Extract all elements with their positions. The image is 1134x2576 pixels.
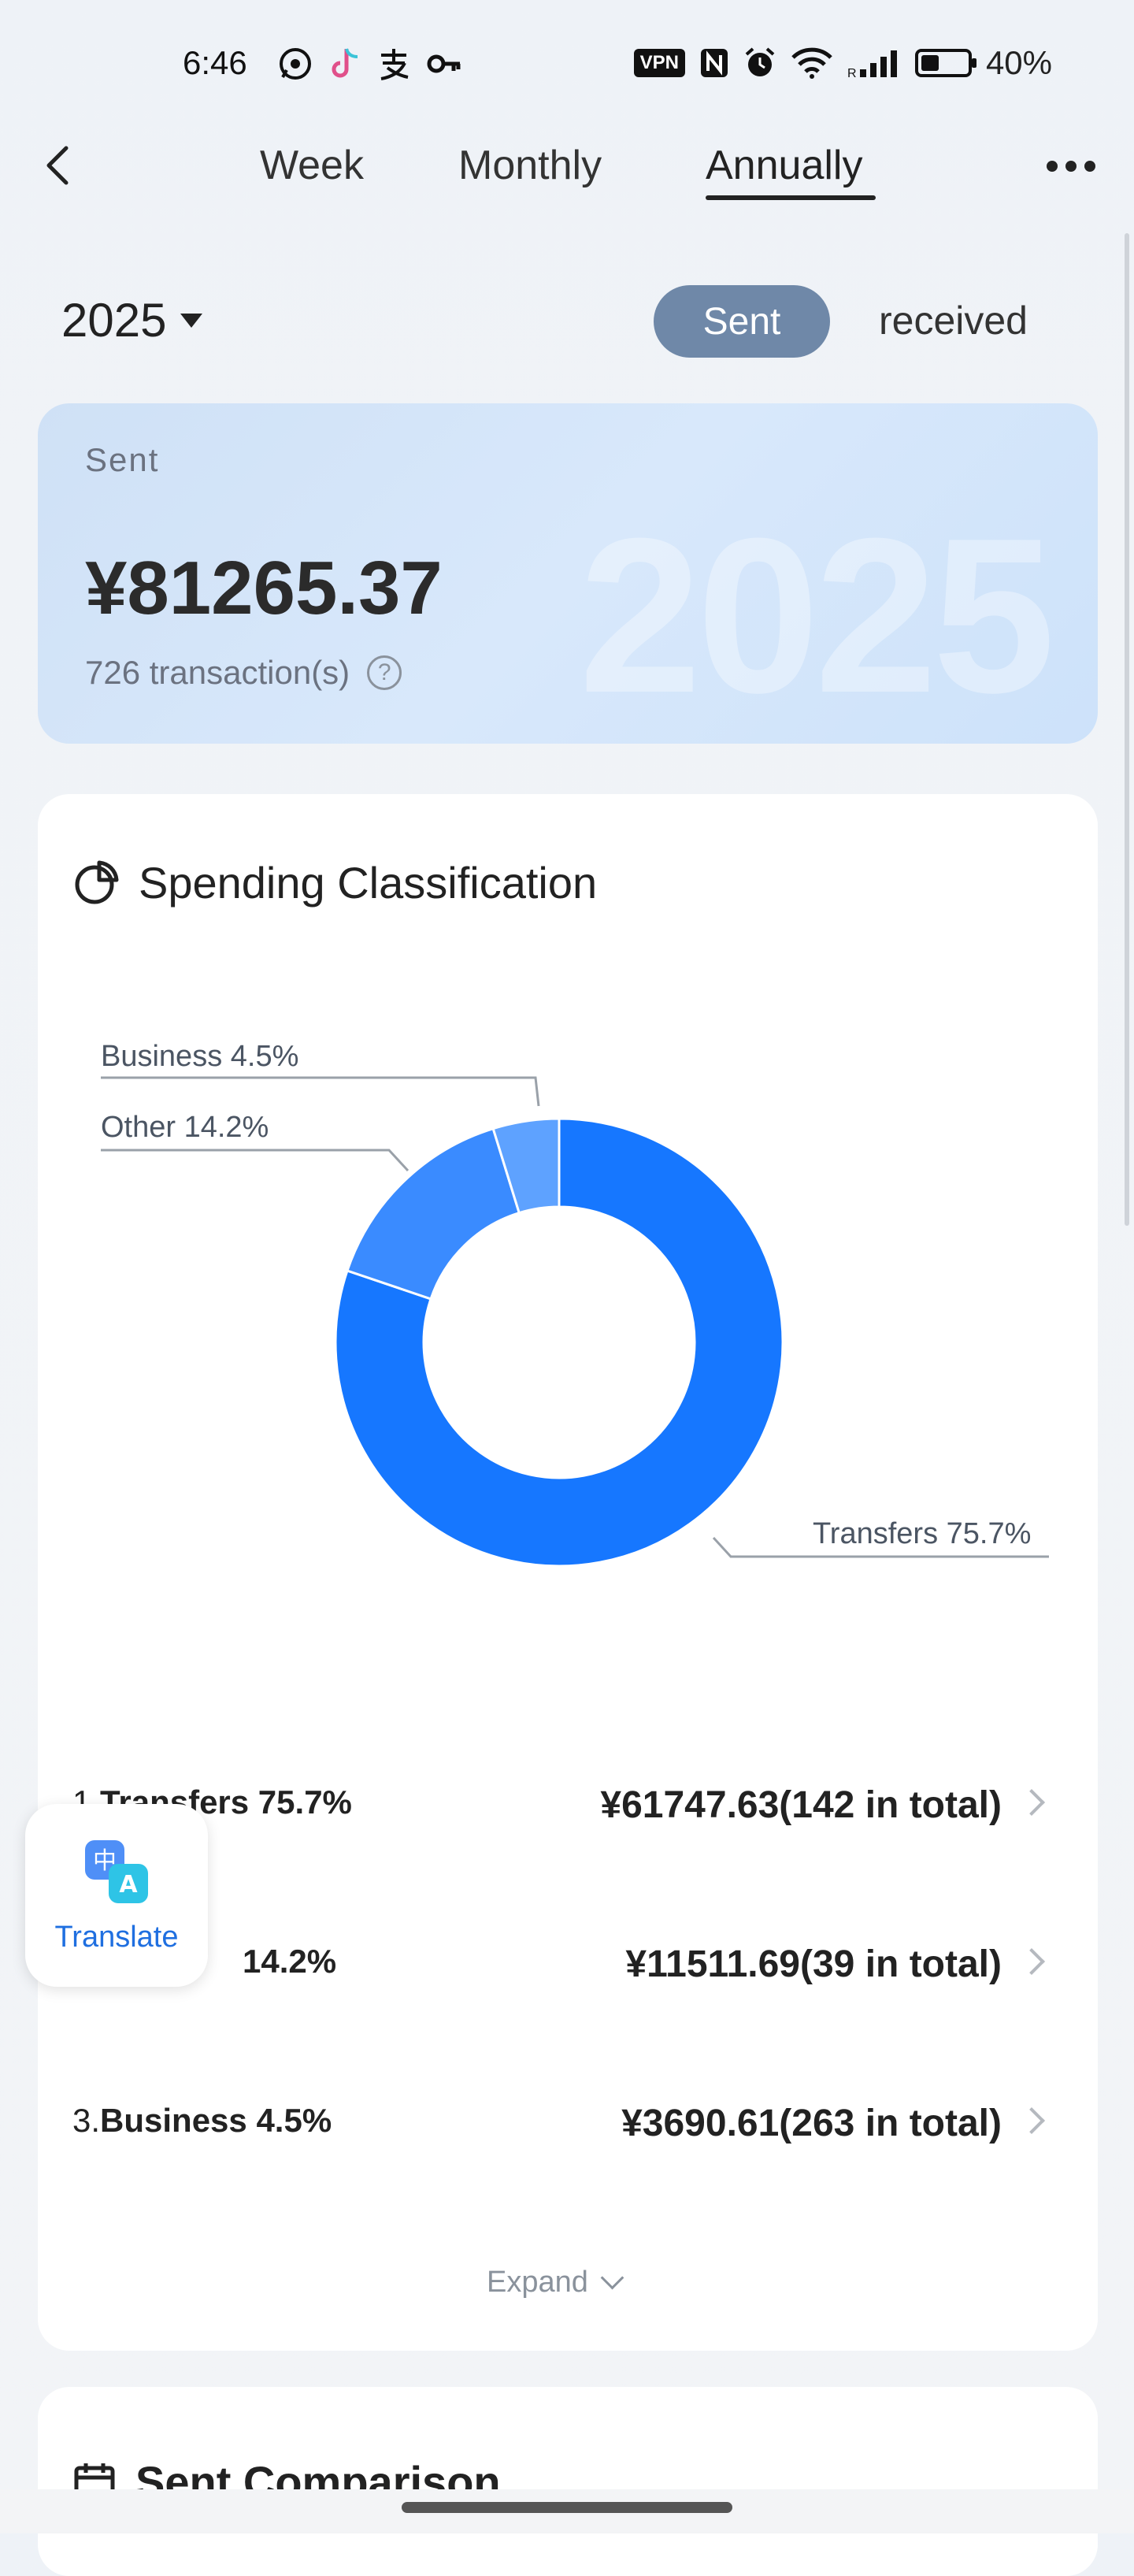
status-time: 6:46: [183, 44, 247, 81]
alipay-icon: [380, 49, 409, 80]
year-selector[interactable]: 2025: [61, 293, 203, 347]
status-right-icons: VPN R 40%: [633, 44, 1052, 82]
category-amount: ¥3690.61(263 in total): [621, 2103, 1002, 2144]
category-label: Business 4.5%: [100, 2102, 332, 2139]
year-value: 2025: [61, 294, 167, 347]
category-name: 14.2%: [243, 1943, 336, 1980]
category-name: 3.Business 4.5%: [72, 2102, 332, 2140]
category-index: 3.: [72, 2102, 101, 2139]
category-amount: ¥61747.63(142 in total): [600, 1784, 1002, 1826]
category-row-other[interactable]: 14.2% ¥11511.69(39 in total): [72, 1936, 1073, 1999]
donut-slice-other: [346, 1127, 521, 1301]
svg-text:A: A: [119, 1871, 138, 1899]
category-row-transfers[interactable]: 1.Transfers 75.7% ¥61747.63(142 in total…: [72, 1777, 1073, 1840]
sent-comparison-card: Sent Comparison: [38, 2387, 1098, 2576]
scrollbar[interactable]: [1125, 233, 1129, 1226]
wifi-icon: [791, 47, 832, 79]
status-app-icons: [277, 46, 463, 82]
translate-icon: 中 A: [85, 1839, 148, 1903]
donut-slices: [334, 1117, 784, 1568]
pie-label-business: Business 4.5%: [101, 1040, 299, 1073]
chevron-right-icon: [1018, 1948, 1045, 1975]
chevron-right-icon: [1018, 2107, 1045, 2134]
chevron-left-icon: [46, 146, 69, 185]
key-icon: [427, 54, 461, 73]
battery-icon: [914, 49, 976, 77]
summary-transaction-count: 726 transaction(s) ?: [85, 654, 402, 692]
business-leader-line: [101, 1076, 540, 1107]
tab-week[interactable]: Week: [260, 142, 364, 189]
home-indicator[interactable]: [402, 2502, 732, 2513]
more-dot: [1084, 161, 1095, 172]
tab-monthly[interactable]: Monthly: [458, 142, 602, 189]
expand-label: Expand: [487, 2266, 588, 2299]
alarm-icon: [745, 47, 775, 76]
more-dot: [1047, 161, 1058, 172]
svg-text:R: R: [847, 67, 857, 79]
tiktok-icon: [332, 48, 358, 78]
pie-label-other: Other 14.2%: [101, 1111, 269, 1144]
help-icon[interactable]: ?: [367, 655, 402, 690]
vpn-badge: VPN: [633, 49, 685, 77]
summary-label: Sent: [85, 441, 160, 478]
chevron-right-icon: [1018, 1789, 1045, 1816]
summary-watermark-year: 2025: [579, 493, 1055, 739]
back-button[interactable]: [32, 134, 94, 197]
battery-percent: 40%: [985, 44, 1052, 81]
chevron-down-icon: [600, 2266, 624, 2290]
sent-toggle-button[interactable]: Sent: [654, 285, 830, 358]
expand-button[interactable]: Expand: [487, 2266, 624, 2299]
transaction-count-text: 726 transaction(s): [85, 654, 350, 691]
translate-label: Translate: [54, 1920, 179, 1954]
spending-classification-card: Spending Classification Business 4.5% Ot…: [38, 794, 1098, 2351]
whatsapp-icon: [280, 48, 311, 80]
other-leader-line: [101, 1149, 410, 1172]
caret-down-icon: [180, 313, 203, 328]
more-options-button[interactable]: [1040, 154, 1102, 178]
signal-icon: R: [847, 50, 897, 79]
pie-label-transfers: Transfers 75.7%: [813, 1517, 1032, 1550]
summary-amount: ¥81265.37: [85, 546, 443, 630]
category-amount: ¥11511.69(39 in total): [625, 1943, 1002, 1985]
summary-card: 2025 Sent ¥81265.37 726 transaction(s) ?: [38, 403, 1098, 744]
battery-level: [921, 55, 939, 71]
category-row-business[interactable]: 3.Business 4.5% ¥3690.61(263 in total): [72, 2095, 1073, 2158]
battery-cap: [971, 58, 976, 68]
category-label: 14.2%: [243, 1943, 337, 1980]
status-bar: 6:46 VPN R 40%: [0, 0, 1134, 134]
more-dot: [1065, 161, 1077, 172]
active-tab-indicator: [706, 195, 876, 200]
nfc-icon: [700, 49, 728, 77]
tab-annually[interactable]: Annually: [706, 142, 862, 189]
received-toggle-button[interactable]: received: [879, 298, 1028, 343]
translate-floating-button[interactable]: 中 A Translate: [25, 1804, 208, 1987]
